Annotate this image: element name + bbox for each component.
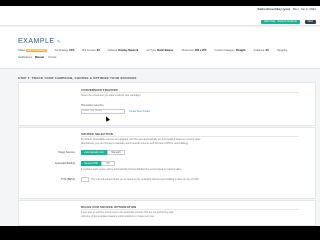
meta-key: Targeting	[276, 49, 288, 52]
source-desc-1: By default, all available sources are ta…	[81, 138, 202, 141]
meta-key: Bid Amount	[82, 49, 96, 52]
meta-item: Dimension300 x 250	[182, 49, 211, 52]
meta-item: Content CategoryStraight	[214, 49, 249, 52]
page-title: EXAMPLE ✎	[18, 38, 61, 45]
meta-item: Ad TypeStatic Banner	[146, 49, 177, 52]
user-name[interactable]: Keiko Broschkey (you)	[257, 7, 290, 11]
divider	[81, 136, 299, 137]
campaign-title: EXAMPLE	[18, 38, 55, 45]
meta-value: Manual	[34, 56, 44, 59]
meta-key: Audience	[253, 49, 265, 52]
target-manual-toggle[interactable]: Manually	[107, 150, 125, 155]
meta-value: $3	[96, 49, 100, 52]
meta-extra: Device	[48, 56, 57, 59]
meta-item: Ad StrategyCPA	[55, 49, 79, 52]
meta-item: Status NOT RUNNING	[18, 49, 51, 52]
rules-card: RULES FOR SOURCE OPTIMIZATION If you wis…	[18, 200, 316, 226]
meta-value: Static Banner	[156, 49, 174, 52]
auto-bidding-label: Automatic Bidding	[54, 162, 75, 165]
meta-key: Status	[18, 49, 26, 52]
campaign-meta: Status NOT RUNNING Ad StrategyCPA Bid Amoun…	[18, 49, 296, 52]
next-button[interactable]: Next	[304, 20, 316, 24]
meta-value: 300 x 250	[194, 49, 207, 52]
status-badge: NOT RUNNING	[26, 49, 47, 52]
rules-desc-1: If you wish to add fine-tuned rules to t…	[81, 211, 174, 214]
meta-value: Straight	[235, 49, 246, 52]
tracker-select[interactable]: Select Your Tracker	[81, 109, 125, 114]
source-selection-card: SOURCE SELECTION By default, all availab…	[18, 127, 316, 199]
campaign-meta-secondary: Notifications Manual Device	[18, 56, 56, 59]
conversion-tracker-card: CONVERSION TRACKER Select the conversion…	[18, 82, 316, 126]
meta-item: NetworkDisplay Network	[108, 49, 143, 52]
date-display: Mon, Jun 6, 2022	[292, 7, 316, 11]
step-heading: STEP 1: TRACK YOUR CAMPAIGN, CHOOSE & OP…	[18, 76, 137, 80]
meta-key: Content Category	[214, 49, 235, 52]
campaign-header: EXAMPLE ✎ Status NOT RUNNING Ad StrategyCP…	[0, 27, 320, 69]
app-window: Keiko Broschkey (you) Mon, Jun 6, 2022 A…	[0, 6, 320, 226]
meta-key: Network	[107, 49, 118, 52]
meta-value: Display Network	[118, 49, 139, 52]
auto-bidding-off[interactable]: Off	[101, 161, 115, 166]
divider	[81, 92, 299, 93]
meta-item: AudienceAll	[254, 49, 273, 52]
target-sources-label: Target Sources	[58, 151, 75, 154]
meta-item: Targeting	[277, 49, 293, 52]
target-auto-toggle[interactable]: Automatically (All)	[81, 150, 107, 155]
divider	[81, 209, 299, 210]
edit-title-icon[interactable]: ✎	[57, 39, 61, 44]
conversion-desc: Select the conversion you want to add to…	[81, 94, 142, 97]
auto-bidding-note: If enabled, each source will be automati…	[81, 168, 183, 171]
ttni-input[interactable]	[81, 177, 89, 182]
create-tracker-link[interactable]: Create New Tracker	[129, 110, 150, 113]
auto-bidding-on[interactable]: Source CPM	[81, 161, 101, 166]
tracker-field-label: Pick tracker selection	[81, 104, 104, 107]
top-bar: Keiko Broschkey (you) Mon, Jun 6, 2022 A…	[0, 6, 320, 26]
meta-value: All	[265, 49, 269, 52]
meta-item: Bid Amount$3	[82, 49, 103, 52]
meta-key: Dimension	[181, 49, 194, 52]
save-continue-button[interactable]: Save & Continue	[274, 20, 300, 24]
ttni-note: The max bid amount limits you to spend o…	[91, 178, 200, 181]
rules-desc-2: click one of the templates based on tota…	[81, 215, 155, 218]
ttni-label: TTNI (BETA)	[60, 178, 75, 181]
meta-value: CPA	[69, 49, 75, 52]
meta-label: Notifications	[18, 56, 33, 59]
source-desc-2: Alternatively, you can choose to manuall…	[81, 142, 189, 145]
meta-key: Ad Type	[146, 49, 156, 52]
meta-key: Ad Strategy	[54, 49, 69, 52]
